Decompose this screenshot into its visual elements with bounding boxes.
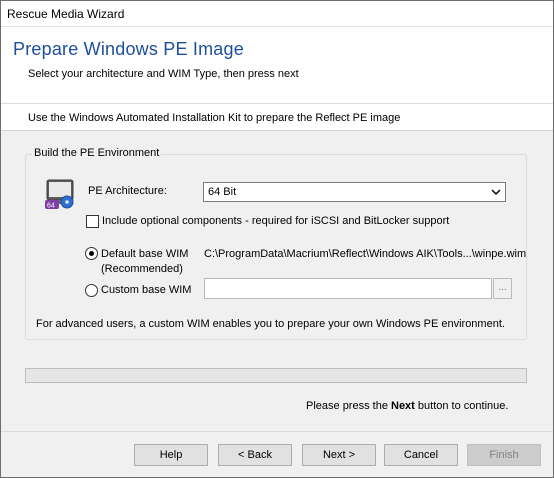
arch-select[interactable]: 64 Bit (203, 182, 506, 202)
arch-select-value: 64 Bit (208, 186, 237, 198)
arch-label: PE Architecture: (88, 185, 167, 197)
footer-separator (1, 431, 553, 432)
default-wim-path: C:\ProgramData\Macrium\Reflect\Windows A… (204, 248, 527, 260)
info-band: Use the Windows Automated Installation K… (1, 103, 553, 131)
browse-button[interactable]: ... (493, 278, 512, 299)
groupbox-legend: Build the PE Environment (32, 147, 162, 159)
continue-prefix: Please press the (306, 400, 388, 412)
pe-monitor-icon: 64 (45, 179, 74, 210)
continue-suffix: button to continue. (417, 400, 509, 412)
rescue-media-wizard-window: Rescue Media Wizard Prepare Windows PE I… (0, 0, 554, 478)
title-bar[interactable]: Rescue Media Wizard (1, 1, 553, 27)
wizard-header: Prepare Windows PE Image Select your arc… (1, 27, 553, 103)
continue-instruction: Please press the Next button to continue… (306, 400, 508, 412)
page-title: Prepare Windows PE Image (13, 39, 244, 59)
default-wim-recommended: (Recommended) (101, 263, 183, 275)
default-wim-label: Default base WIM (101, 248, 189, 260)
back-button[interactable]: < Back (218, 444, 292, 466)
pe-icon-badge: 64 (47, 203, 55, 210)
optional-components-checkbox[interactable] (86, 215, 99, 228)
chevron-down-icon (491, 189, 501, 196)
page-subtitle: Select your architecture and WIM Type, t… (28, 68, 299, 80)
window-title: Rescue Media Wizard (7, 7, 125, 21)
info-text: Use the Windows Automated Installation K… (28, 112, 401, 124)
help-button[interactable]: Help (134, 444, 208, 466)
custom-wim-radio[interactable] (85, 284, 98, 297)
finish-button[interactable]: Finish (467, 444, 541, 466)
continue-next-word: Next (391, 400, 415, 412)
custom-wim-input[interactable] (204, 278, 492, 299)
custom-wim-label: Custom base WIM (101, 284, 192, 296)
progress-bar (25, 368, 527, 383)
advanced-note: For advanced users, a custom WIM enables… (36, 318, 505, 330)
default-wim-radio[interactable] (85, 247, 98, 260)
cancel-button[interactable]: Cancel (384, 444, 458, 466)
next-button[interactable]: Next > (302, 444, 376, 466)
optional-components-label: Include optional components - required f… (102, 215, 450, 227)
